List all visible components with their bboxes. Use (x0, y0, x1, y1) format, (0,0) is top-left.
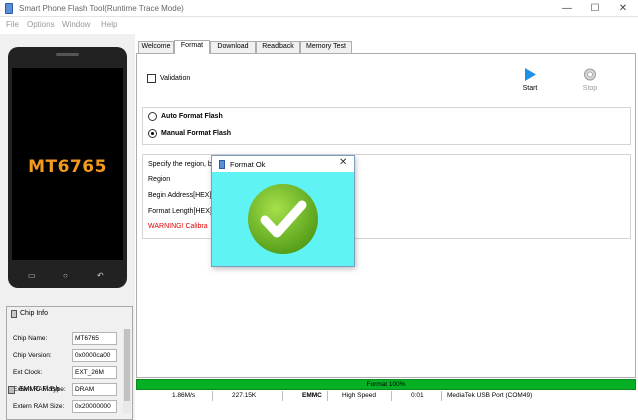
maximize-icon[interactable]: ☐ (581, 0, 609, 17)
chip-info-row: Chip Version: 0x0000ca00 (13, 349, 117, 363)
format-ok-dialog: Format Ok ✕ (211, 155, 355, 267)
chip-info-panel: Chip Info Chip Name: MT6765 Chip Version… (6, 306, 133, 420)
phone-chip-label: MT6765 (28, 157, 107, 177)
memory-chip-icon (8, 386, 15, 394)
chip-info-row: Extern RAM Size: 0x20000000 (13, 400, 117, 414)
chip-row-value: 0x0000ca00 (72, 349, 117, 362)
menu-file[interactable]: File (6, 20, 19, 29)
play-icon (525, 68, 536, 81)
chip-row-label: Extern RAM Size: (13, 403, 65, 410)
menu-options[interactable]: Options (27, 20, 55, 29)
dialog-title-bar: Format Ok ✕ (212, 156, 354, 172)
begin-address-label: Begin Address[HEX]: (148, 192, 214, 199)
start-label: Start (522, 85, 538, 92)
app-icon (5, 3, 13, 14)
menu-key-icon: ▭ (28, 271, 36, 280)
dialog-app-icon (219, 160, 225, 169)
info-bar: 1.86M/s 227.15K EMMC High Speed 0:01 Med… (136, 391, 636, 401)
tab-welcome[interactable]: Welcome (138, 41, 174, 53)
menu-window[interactable]: Window (62, 20, 90, 29)
dialog-close-icon[interactable]: ✕ (339, 157, 347, 168)
phone-speaker (56, 53, 79, 56)
chip-info-row: Chip Name: MT6765 (13, 332, 117, 346)
separator (441, 391, 442, 401)
usb-speed: High Speed (342, 392, 376, 399)
format-mode-group: Auto Format Flash Manual Format Flash (142, 107, 631, 145)
title-bar: Smart Phone Flash Tool(Runtime Trace Mod… (0, 0, 638, 17)
elapsed-time: 0:01 (411, 392, 424, 399)
chip-row-label: Chip Version: (13, 352, 52, 359)
stop-icon (584, 68, 596, 81)
progress-text: Format 100% (366, 381, 406, 388)
chip-row-label: Ext Clock: (13, 369, 43, 376)
separator (282, 391, 283, 401)
menu-help[interactable]: Help (101, 20, 117, 29)
tab-format[interactable]: Format (174, 40, 210, 54)
dialog-body (212, 172, 354, 266)
phone-screen: MT6765 (12, 68, 123, 260)
region-label: Region (148, 176, 171, 183)
window-title: Smart Phone Flash Tool(Runtime Trace Mod… (19, 4, 184, 13)
progress-bar: Format 100% (136, 379, 636, 390)
minimize-icon[interactable]: — (553, 0, 581, 17)
manual-format-label: Manual Format Flash (161, 130, 232, 137)
tab-strip: Welcome Format Download Readback Memory … (136, 40, 636, 54)
menu-bar: File Options Window Help (0, 17, 638, 33)
close-icon[interactable]: ✕ (609, 0, 637, 17)
transfer-speed: 1.86M/s (172, 392, 196, 399)
usb-port: MediaTek USB Port (COM49) (447, 392, 533, 399)
chip-row-value: EXT_26M (72, 366, 117, 379)
separator (327, 391, 328, 401)
format-length-label: Format Length[HEX]: (148, 208, 214, 215)
emmc-flash-item[interactable]: EMMC Flash (8, 385, 128, 401)
separator (391, 391, 392, 401)
manual-format-radio[interactable] (148, 129, 157, 138)
emmc-flash-label: EMMC Flash (19, 386, 60, 393)
dialog-title: Format Ok (230, 160, 266, 169)
chip-row-label: Chip Name: (13, 335, 48, 342)
stop-button[interactable]: Stop (573, 67, 607, 95)
chip-info-title: Chip Info (20, 310, 49, 317)
separator (212, 391, 213, 401)
chip-row-value: MT6765 (72, 332, 117, 345)
region-instruction: Specify the region, be (148, 161, 216, 168)
back-key-icon: ↶ (97, 271, 104, 280)
chip-icon (11, 310, 17, 318)
validation-label: Validation (160, 75, 191, 82)
chip-info-row: Ext Clock: EXT_26M (13, 366, 117, 380)
tab-download[interactable]: Download (210, 41, 256, 53)
auto-format-label: Auto Format Flash (161, 113, 223, 120)
start-button[interactable]: Start (513, 67, 547, 95)
success-check-icon (248, 184, 318, 254)
stop-label: Stop (582, 85, 598, 92)
storage-type: EMMC (302, 392, 322, 399)
auto-format-radio[interactable] (148, 112, 157, 121)
home-key-icon: ○ (63, 271, 68, 280)
phone-graphic: MT6765 ▭ ○ ↶ (8, 47, 127, 288)
chip-row-value: 0x20000000 (72, 400, 117, 413)
calibration-warning: WARNING! Calibra (148, 223, 208, 230)
transfer-size: 227.15K (232, 392, 257, 399)
validation-checkbox[interactable] (147, 74, 156, 83)
tab-memory-test[interactable]: Memory Test (300, 41, 352, 53)
left-panel: MT6765 ▭ ○ ↶ Chip Info Chip Name: MT6765… (0, 34, 135, 420)
tab-readback[interactable]: Readback (256, 41, 300, 53)
